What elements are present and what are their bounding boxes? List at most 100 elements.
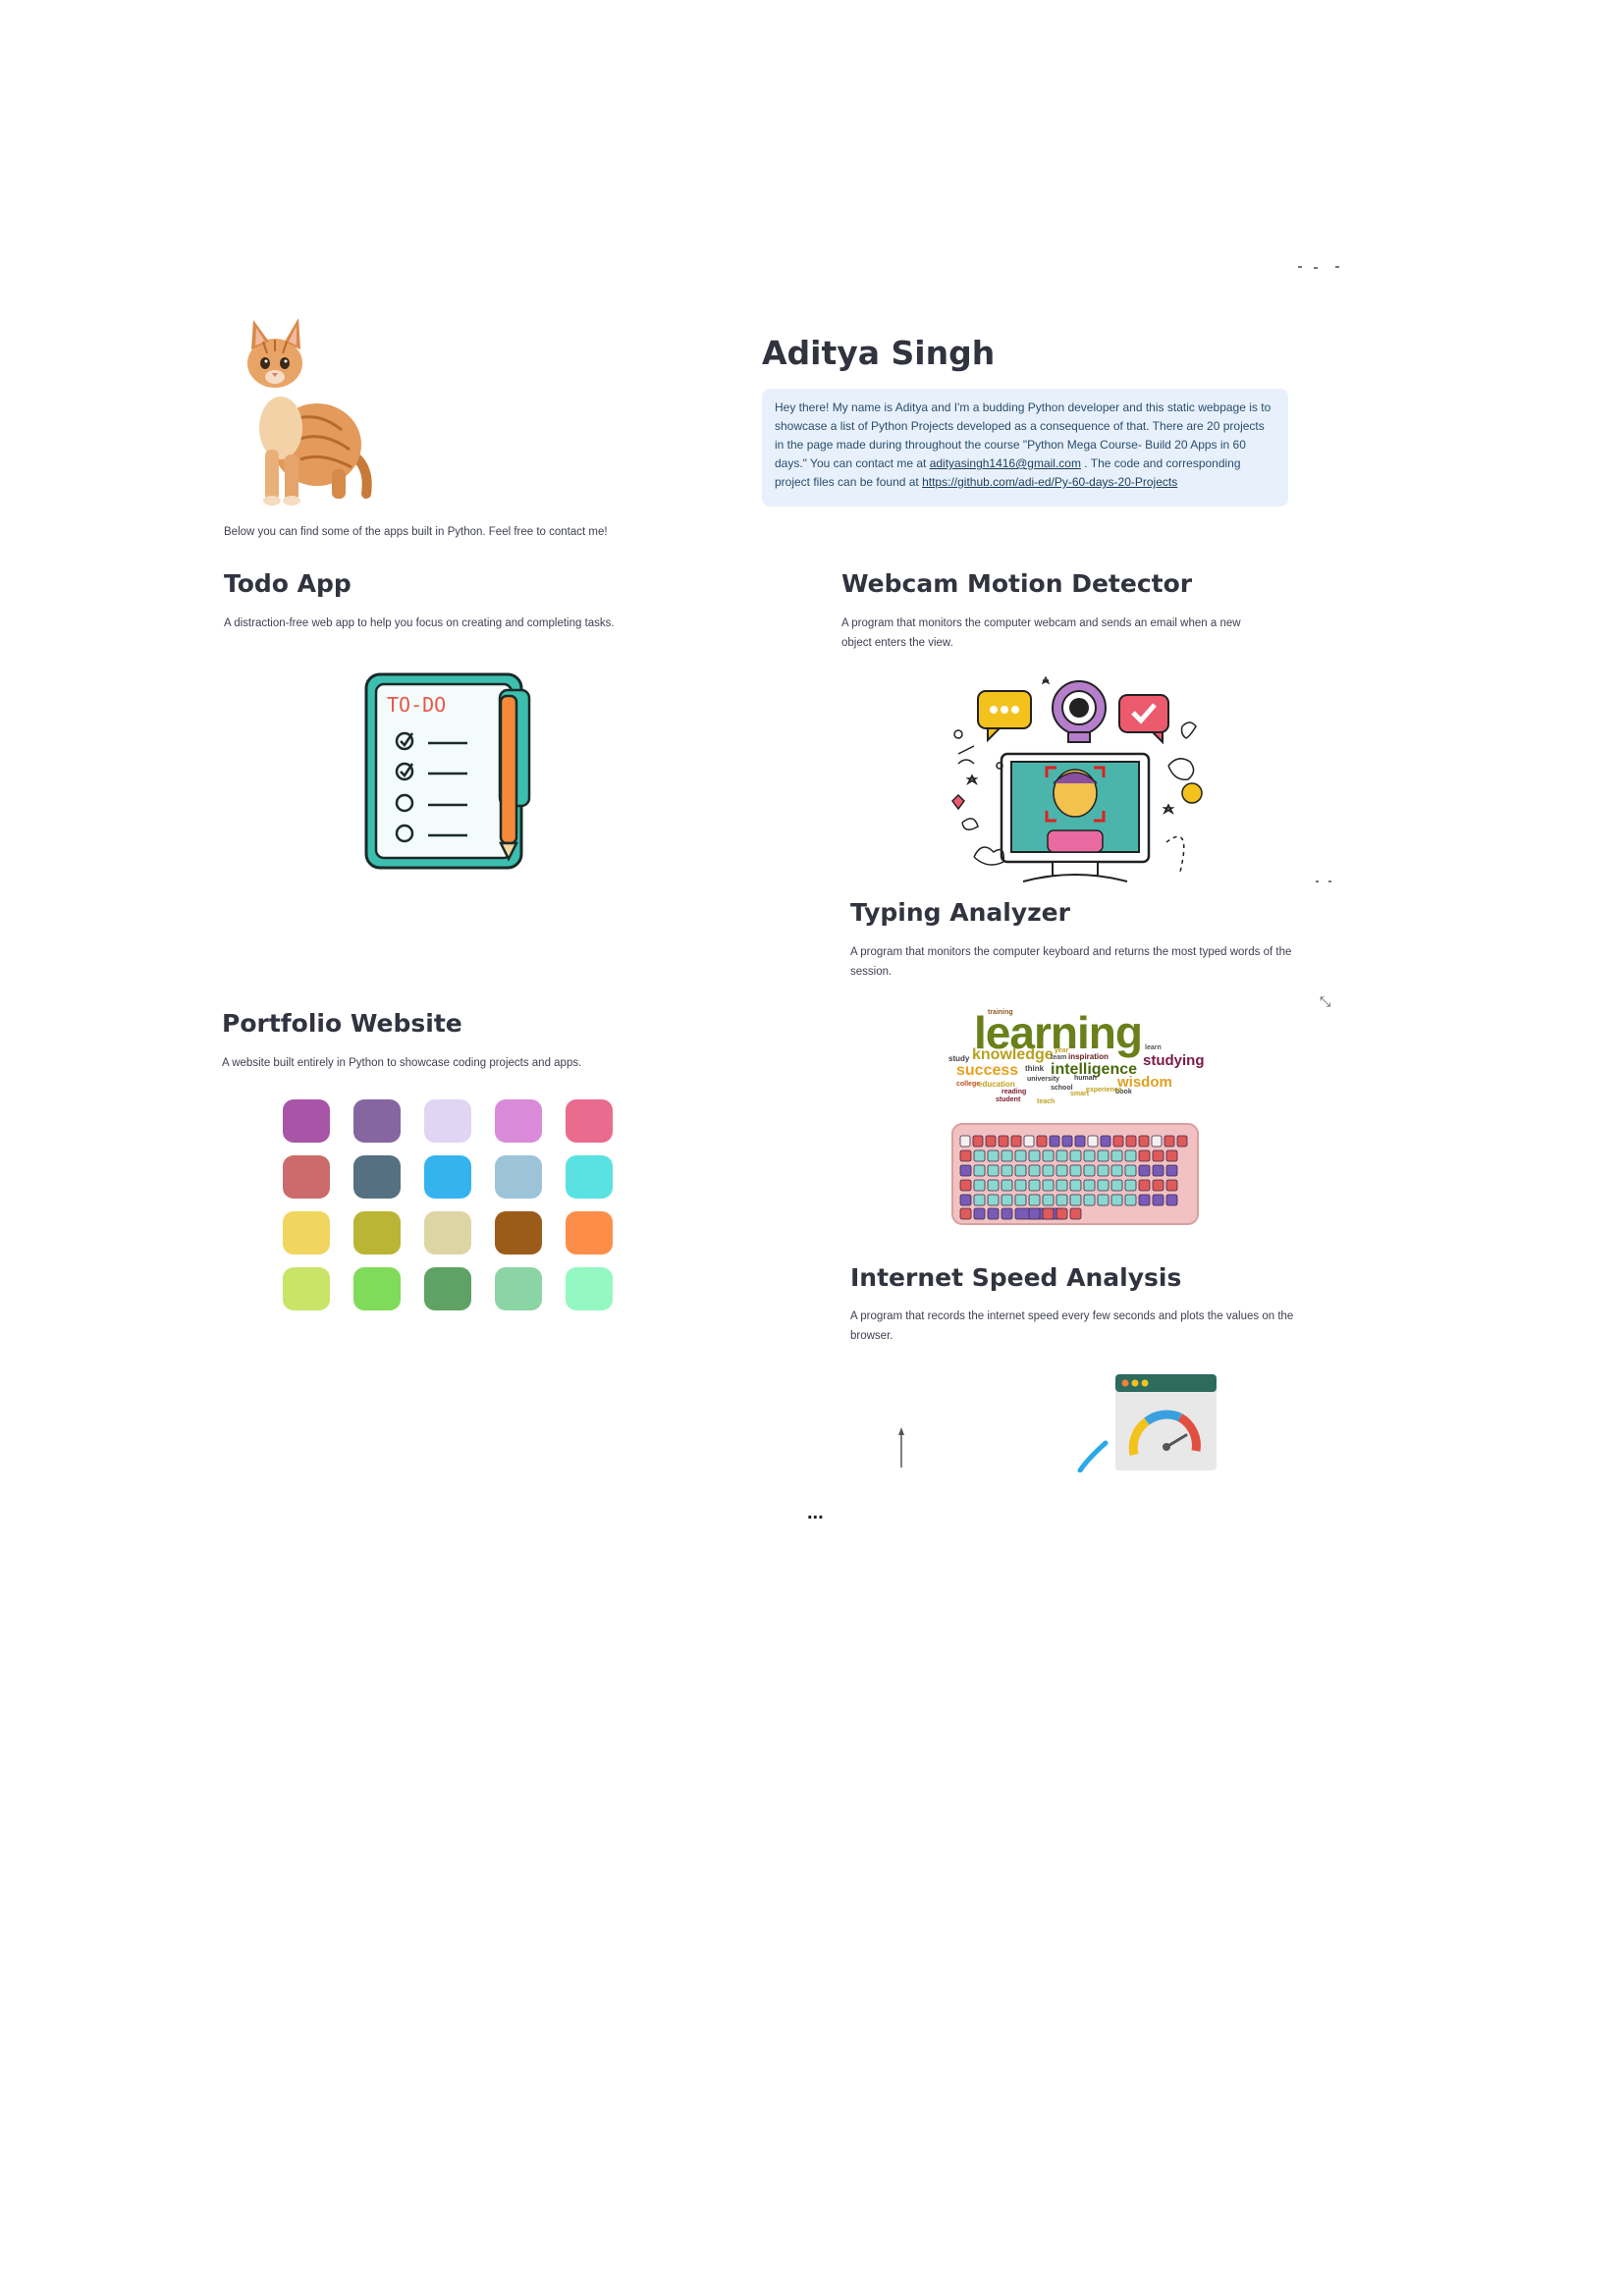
keyboard-key: [1097, 1179, 1110, 1192]
wordcloud-word: wisdom: [1117, 1074, 1172, 1091]
wordcloud-word: knowledge: [972, 1046, 1054, 1063]
wordcloud-word: success: [956, 1062, 1019, 1079]
keyboard-key: [1056, 1194, 1068, 1206]
keyboard-key: [1010, 1135, 1022, 1148]
keyboard-key: [1028, 1164, 1041, 1177]
project-title: Internet Speed Analysis: [850, 1263, 1182, 1292]
speedometer-icon: [884, 1372, 1218, 1473]
email-link[interactable]: adityasingh1416@gmail.com: [930, 456, 1081, 470]
keyboard-key: [1083, 1149, 1096, 1162]
wordcloud-word: education: [978, 1080, 1015, 1089]
keyboard-key: [1023, 1135, 1035, 1148]
keyboard-key: [1152, 1194, 1164, 1206]
keyboard-key: [1056, 1207, 1068, 1220]
keyboard-key: [1056, 1149, 1068, 1162]
keyboard-key: [1125, 1135, 1137, 1148]
intro-caption: Below you can find some of the apps buil…: [224, 526, 608, 538]
wordcloud-word: inspiration: [1068, 1052, 1109, 1061]
project-description: A website built entirely in Python to sh…: [222, 1057, 582, 1069]
keyboard-key: [1110, 1179, 1123, 1192]
keyboard-key: [1014, 1194, 1027, 1206]
keyboard-key: [1083, 1179, 1096, 1192]
wordcloud-word: learn: [1145, 1044, 1162, 1051]
keyboard-key: [973, 1194, 986, 1206]
decoration-dots: [1335, 266, 1339, 268]
keyboard-key: [973, 1149, 986, 1162]
color-swatch: [495, 1155, 542, 1199]
keyboard-key: [1100, 1135, 1111, 1148]
wordcloud-word: smart: [1070, 1091, 1090, 1097]
keyboard-key: [1124, 1194, 1137, 1206]
keyboard-key: [1069, 1207, 1082, 1220]
keyboard-key: [959, 1207, 972, 1220]
decoration-dots: [1316, 881, 1319, 882]
keyboard-key: [1028, 1179, 1041, 1192]
keyboard-key: [987, 1149, 1000, 1162]
keyboard-key: [998, 1135, 1009, 1148]
color-swatch: [495, 1267, 542, 1310]
keyboard-key: [959, 1179, 972, 1192]
keyboard-key: [987, 1207, 1000, 1220]
keyboard-key: [1112, 1135, 1124, 1148]
color-swatch: [566, 1211, 613, 1255]
project-description: A program that monitors the computer key…: [850, 946, 1292, 978]
keyboard-key: [973, 1179, 986, 1192]
todo-header: TO-DO: [387, 693, 446, 717]
project-description: A distraction-free web app to help you f…: [224, 617, 615, 629]
color-swatch: [353, 1267, 401, 1310]
keyboard-key: [1124, 1149, 1137, 1162]
keyboard-key: [1056, 1164, 1068, 1177]
keyboard-key: [1097, 1149, 1110, 1162]
color-swatch: [495, 1099, 542, 1143]
webcam-monitor-icon: [945, 675, 1210, 883]
keyboard-key: [973, 1207, 986, 1220]
keyboard-key: [1138, 1135, 1150, 1148]
repo-link[interactable]: https://github.com/adi-ed/Py-60-days-20-…: [922, 475, 1177, 489]
keyboard-key: [1069, 1164, 1082, 1177]
page-title: Aditya Singh: [762, 334, 996, 372]
wordcloud-word: college: [956, 1081, 981, 1088]
keyboard-key: [1165, 1194, 1178, 1206]
keyboard-key: [1151, 1135, 1163, 1148]
color-swatch: [283, 1211, 330, 1255]
color-swatch: [495, 1211, 542, 1255]
keyboard-key: [1042, 1194, 1055, 1206]
project-title: Portfolio Website: [222, 1009, 462, 1038]
keyboard-key: [972, 1135, 984, 1148]
wordcloud-word: teach: [1037, 1098, 1056, 1105]
keyboard-key: [985, 1135, 997, 1148]
keyboard-key: [1042, 1149, 1055, 1162]
project-description: A program that monitors the computer web…: [841, 617, 1241, 649]
color-swatch: [283, 1267, 330, 1310]
color-swatch: [566, 1155, 613, 1199]
keyboard-key: [1001, 1179, 1013, 1192]
keyboard-wordcloud-icon: training learning study knowledge year l…: [948, 1006, 1214, 1227]
keyboard-key: [959, 1164, 972, 1177]
keyboard-key: [1061, 1135, 1073, 1148]
keyboard-key: [1176, 1135, 1188, 1148]
project-title: Todo App: [224, 569, 352, 598]
keyboard-key: [1069, 1194, 1082, 1206]
project-description: A program that records the internet spee…: [850, 1310, 1294, 1342]
keyboard-key: [1001, 1207, 1013, 1220]
keyboard-key: [1028, 1149, 1041, 1162]
wordcloud-word: university: [1027, 1076, 1060, 1083]
color-swatch: [424, 1267, 471, 1310]
expand-icon[interactable]: ⤡: [1320, 993, 1330, 1010]
color-swatch: [424, 1211, 471, 1255]
keyboard-key: [1028, 1207, 1041, 1220]
color-swatch: [283, 1099, 330, 1143]
wordcloud-word: team: [1051, 1054, 1067, 1061]
wordcloud-word: human: [1074, 1075, 1097, 1082]
color-swatch: [353, 1155, 401, 1199]
keyboard-key: [1014, 1164, 1027, 1177]
keyboard-key: [1014, 1179, 1027, 1192]
keyboard-key: [1165, 1164, 1178, 1177]
about-box: Hey there! My name is Aditya and I'm a b…: [762, 389, 1288, 507]
keyboard-key: [1042, 1179, 1055, 1192]
keyboard-key: [1028, 1194, 1041, 1206]
keyboard-key: [1036, 1135, 1048, 1148]
decoration-dots: [1328, 881, 1331, 882]
decoration-dots: [1314, 267, 1318, 269]
keyboard-key: [1056, 1179, 1068, 1192]
